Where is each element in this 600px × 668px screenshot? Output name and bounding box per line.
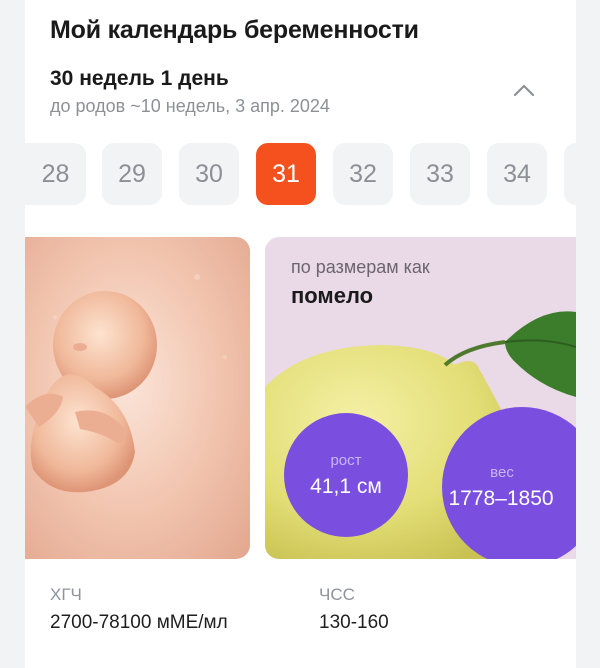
fruit-name: помело	[291, 283, 374, 308]
height-bubble: рост 41,1 см	[284, 413, 408, 537]
week-pill-28[interactable]: 28	[25, 143, 86, 205]
week-pill-34[interactable]: 34	[487, 143, 547, 205]
week-pill-next-partial[interactable]	[564, 143, 576, 205]
week-pill-29[interactable]: 29	[102, 143, 162, 205]
heart-rate-value: 130-160	[319, 612, 389, 633]
weight-label: вес	[490, 463, 514, 481]
fetus-illustration-card[interactable]	[25, 237, 250, 559]
collapse-toggle-button[interactable]	[509, 76, 539, 104]
week-pill-32[interactable]: 32	[333, 143, 393, 205]
week-pill-33[interactable]: 33	[410, 143, 470, 205]
size-caption: по размерам как	[291, 257, 430, 277]
week-pill-31-selected[interactable]: 31	[256, 143, 316, 205]
page-title: Мой календарь беременности	[50, 16, 419, 44]
chevron-up-icon	[513, 84, 535, 97]
hcg-label: ХГЧ	[50, 585, 82, 604]
hcg-value: 2700-78100 мМЕ/мл	[50, 612, 228, 633]
heart-rate-label: ЧСС	[319, 585, 355, 604]
fetus-illustration	[25, 274, 227, 493]
height-label: рост	[330, 451, 362, 469]
fruit-size-card[interactable]: по размерам как помело рост 41,1 см вес …	[265, 237, 576, 559]
current-week-label: 30 недель 1 день	[50, 67, 229, 90]
height-value: 41,1 см	[310, 474, 382, 498]
weight-value: 1778–1850	[448, 486, 554, 510]
week-pill-30[interactable]: 30	[179, 143, 239, 205]
pregnancy-calendar-card: Мой календарь беременности 30 недель 1 д…	[25, 0, 576, 668]
week-selector: 28 29 30 31 32 33 34	[25, 143, 576, 205]
due-date-label: до родов ~10 недель, 3 апр. 2024	[50, 96, 330, 116]
